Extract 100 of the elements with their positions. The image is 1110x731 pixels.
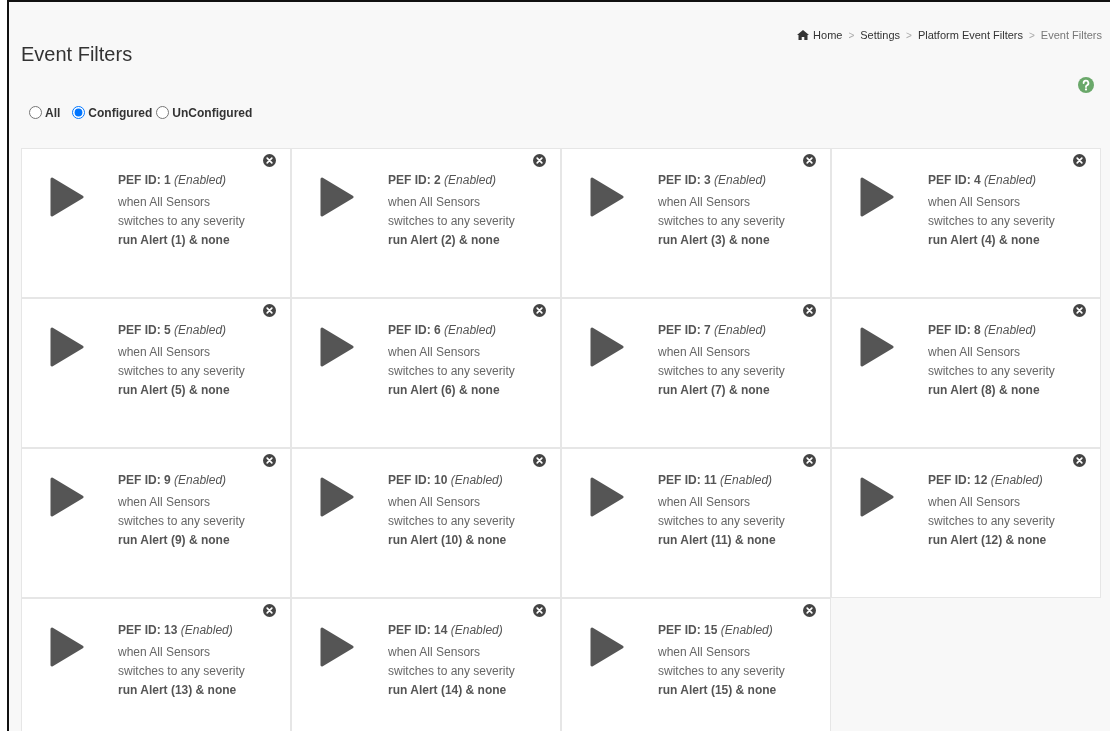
close-icon[interactable] bbox=[803, 153, 816, 167]
filter-condition: when All Sensors bbox=[118, 643, 212, 661]
filter-action: run Alert (7) & none bbox=[658, 381, 771, 399]
close-icon[interactable] bbox=[533, 603, 546, 617]
filter-status: (Enabled) bbox=[984, 172, 1037, 187]
filter-id: PEF ID: 3 bbox=[658, 172, 711, 187]
close-icon[interactable] bbox=[533, 303, 546, 317]
filter-status: (Enabled) bbox=[174, 322, 227, 337]
close-icon[interactable] bbox=[533, 453, 546, 467]
filter-id: PEF ID: 2 bbox=[388, 172, 441, 187]
play-icon[interactable] bbox=[50, 326, 84, 367]
close-icon[interactable] bbox=[1073, 153, 1086, 167]
filter-id: PEF ID: 8 bbox=[928, 322, 981, 337]
filter-action: run Alert (4) & none bbox=[928, 231, 1041, 249]
play-icon[interactable] bbox=[590, 626, 624, 667]
play-icon[interactable] bbox=[50, 476, 84, 517]
radio-button[interactable] bbox=[156, 106, 170, 119]
breadcrumb-link[interactable]: Settings bbox=[860, 27, 901, 44]
filter-action: run Alert (5) & none bbox=[118, 381, 231, 399]
filter-severity: switches to any severity bbox=[928, 512, 1055, 530]
filter-severity: switches to any severity bbox=[388, 212, 515, 230]
filter-action: run Alert (15) & none bbox=[658, 681, 778, 699]
filter-action: run Alert (11) & none bbox=[658, 531, 777, 549]
filter-id: PEF ID: 5 bbox=[118, 322, 171, 337]
separator: > bbox=[1029, 28, 1035, 43]
filter-action: run Alert (9) & none bbox=[118, 531, 231, 549]
play-icon[interactable] bbox=[860, 476, 894, 517]
separator: > bbox=[848, 28, 855, 43]
filter-severity: switches to any severity bbox=[658, 362, 785, 380]
filter-id: PEF ID: 12 bbox=[928, 472, 988, 487]
filter-action: run Alert (2) & none bbox=[388, 231, 501, 249]
radio-button[interactable] bbox=[29, 106, 42, 119]
close-icon[interactable] bbox=[263, 153, 276, 167]
filter-condition: when All Sensors bbox=[928, 493, 1022, 511]
close-icon[interactable] bbox=[1073, 453, 1086, 467]
play-icon[interactable] bbox=[860, 326, 894, 367]
play-icon[interactable] bbox=[50, 176, 84, 217]
filter-status: (Enabled) bbox=[444, 322, 497, 337]
filter-id: PEF ID: 9 bbox=[118, 472, 171, 487]
filter-action: run Alert (8) & none bbox=[928, 381, 1041, 399]
filter-severity: switches to any severity bbox=[118, 512, 245, 530]
filter-severity: switches to any severity bbox=[388, 512, 515, 530]
filter-severity: switches to any severity bbox=[658, 662, 785, 680]
filter-severity: switches to any severity bbox=[928, 362, 1055, 380]
filter-action: run Alert (12) & none bbox=[928, 531, 1048, 549]
close-icon[interactable] bbox=[1073, 303, 1086, 317]
play-icon[interactable] bbox=[590, 176, 624, 217]
play-icon[interactable] bbox=[50, 626, 84, 667]
help-icon[interactable] bbox=[1078, 77, 1094, 94]
filter-id: PEF ID: 15 bbox=[658, 622, 718, 637]
radio-label: All bbox=[45, 104, 61, 122]
home-icon bbox=[797, 30, 810, 41]
filter-status: (Enabled) bbox=[444, 172, 497, 187]
filter-condition: when All Sensors bbox=[658, 493, 752, 511]
play-icon[interactable] bbox=[860, 176, 894, 217]
filter-status: (Enabled) bbox=[180, 622, 233, 637]
close-icon[interactable] bbox=[533, 153, 546, 167]
filter-status: (Enabled) bbox=[720, 472, 773, 487]
filter-severity: switches to any severity bbox=[658, 512, 785, 530]
filter-action: run Alert (10) & none bbox=[388, 531, 508, 549]
filter-condition: when All Sensors bbox=[658, 643, 752, 661]
filter-condition: when All Sensors bbox=[928, 343, 1022, 361]
page-title: Event Filters bbox=[21, 42, 133, 67]
filter-id: PEF ID: 6 bbox=[388, 322, 441, 337]
filter-action: run Alert (13) & none bbox=[118, 681, 238, 699]
filter-action: run Alert (6) & none bbox=[388, 381, 501, 399]
filter-severity: switches to any severity bbox=[928, 212, 1055, 230]
filter-condition: when All Sensors bbox=[658, 343, 752, 361]
play-icon[interactable] bbox=[590, 476, 624, 517]
play-icon[interactable] bbox=[320, 626, 354, 667]
radio-button[interactable] bbox=[72, 106, 86, 119]
breadcrumb-link[interactable]: Platform Event Filters bbox=[917, 27, 1023, 44]
filter-condition: when All Sensors bbox=[928, 193, 1022, 211]
filter-status: (Enabled) bbox=[990, 472, 1043, 487]
filter-action: run Alert (1) & none bbox=[118, 231, 231, 249]
filter-id: PEF ID: 4 bbox=[928, 172, 981, 187]
play-icon[interactable] bbox=[590, 326, 624, 367]
filter-status: (Enabled) bbox=[174, 172, 227, 187]
separator: > bbox=[906, 28, 912, 43]
close-icon[interactable] bbox=[263, 303, 276, 317]
filter-severity: switches to any severity bbox=[388, 662, 515, 680]
close-icon[interactable] bbox=[803, 303, 816, 317]
filter-status: (Enabled) bbox=[450, 622, 503, 637]
breadcrumb-link[interactable]: Home bbox=[813, 27, 843, 44]
filter-id: PEF ID: 13 bbox=[118, 622, 178, 637]
play-icon[interactable] bbox=[320, 326, 354, 367]
filter-severity: switches to any severity bbox=[118, 362, 245, 380]
filter-condition: when All Sensors bbox=[388, 643, 482, 661]
play-icon[interactable] bbox=[320, 176, 354, 217]
filter-condition: when All Sensors bbox=[118, 193, 212, 211]
close-icon[interactable] bbox=[803, 453, 816, 467]
play-icon[interactable] bbox=[320, 476, 354, 517]
filter-action: run Alert (14) & none bbox=[388, 681, 508, 699]
filter-id: PEF ID: 14 bbox=[388, 622, 448, 637]
close-icon[interactable] bbox=[803, 603, 816, 617]
radio-label: UnConfigured bbox=[172, 104, 253, 122]
filter-status: (Enabled) bbox=[720, 622, 773, 637]
close-icon[interactable] bbox=[263, 603, 276, 617]
close-icon[interactable] bbox=[263, 453, 276, 467]
filter-id: PEF ID: 10 bbox=[388, 472, 448, 487]
